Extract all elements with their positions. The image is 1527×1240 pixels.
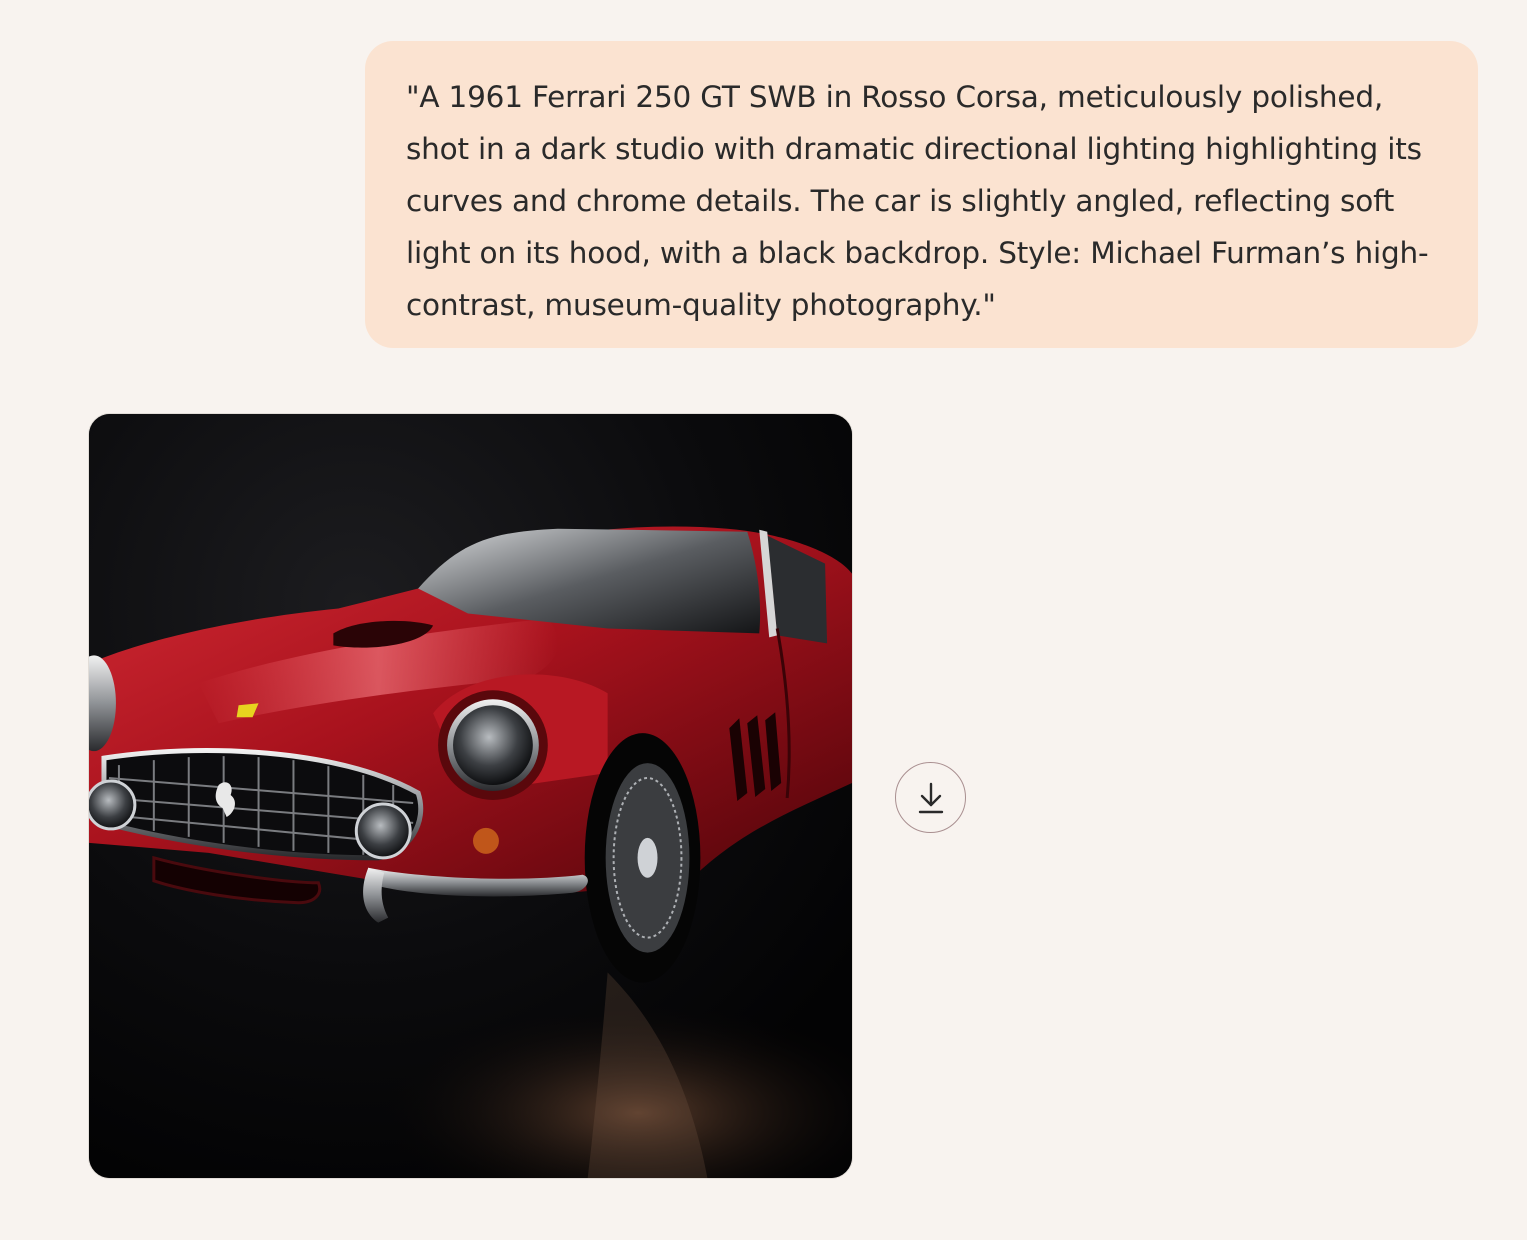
download-button[interactable] bbox=[895, 762, 966, 833]
download-icon bbox=[918, 782, 943, 813]
ferrari-illustration bbox=[89, 414, 852, 1178]
user-message-bubble: "A 1961 Ferrari 250 GT SWB in Rosso Cors… bbox=[365, 41, 1478, 348]
user-message-text: "A 1961 Ferrari 250 GT SWB in Rosso Cors… bbox=[406, 80, 1429, 322]
generated-image[interactable] bbox=[88, 413, 853, 1179]
